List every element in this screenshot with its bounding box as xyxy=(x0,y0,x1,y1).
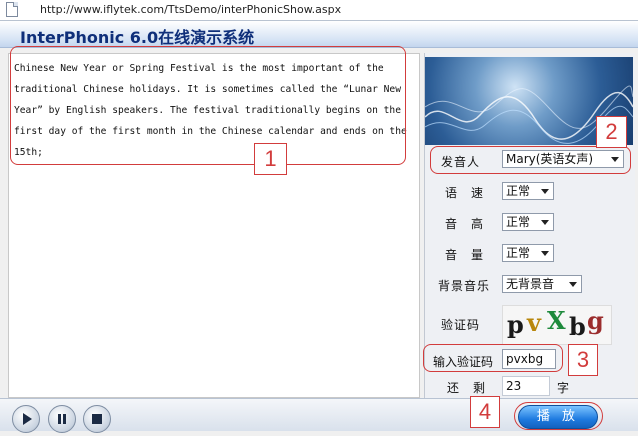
annotation-box-4 xyxy=(514,402,603,430)
app-title: InterPhonic 6.0在线演示系统 xyxy=(20,28,255,47)
stop-icon xyxy=(92,414,102,424)
annotation-label-2: 2 xyxy=(596,116,627,148)
annotation-label-1: 1 xyxy=(254,143,287,175)
url-text[interactable]: http://www.iflytek.com/TtsDemo/interPhon… xyxy=(40,3,341,16)
pause-control[interactable] xyxy=(48,405,76,433)
captcha-label: 验证码 xyxy=(441,318,481,332)
captcha-char: X xyxy=(547,306,566,335)
pitch-select-value: 正常 xyxy=(506,215,531,229)
app-header: InterPhonic 6.0在线演示系统 xyxy=(0,21,638,48)
volume-select[interactable]: 正常 xyxy=(502,244,554,262)
bgm-select-value: 无背景音 xyxy=(506,277,555,291)
chevron-down-icon xyxy=(569,282,577,287)
chevron-down-icon xyxy=(541,189,549,194)
chevron-down-icon xyxy=(541,251,549,256)
volume-select-value: 正常 xyxy=(506,246,531,260)
annotation-box-3 xyxy=(423,344,563,372)
chevron-down-icon xyxy=(541,220,549,225)
stop-control[interactable] xyxy=(83,405,111,433)
remaining-unit: 字 xyxy=(557,381,571,395)
play-control[interactable] xyxy=(12,405,40,433)
captcha-char: g xyxy=(587,306,604,335)
volume-label: 音 量 xyxy=(445,248,485,262)
bgm-select[interactable]: 无背景音 xyxy=(502,275,582,293)
pitch-select[interactable]: 正常 xyxy=(502,213,554,231)
remaining-label: 还 剩 xyxy=(447,381,487,395)
captcha-char: b xyxy=(569,312,586,341)
address-bar: http://www.iflytek.com/TtsDemo/interPhon… xyxy=(0,0,638,21)
pitch-label: 音 高 xyxy=(445,217,485,231)
captcha-image: p v X b g xyxy=(502,305,612,345)
pause-icon xyxy=(58,414,66,424)
play-icon xyxy=(23,413,32,425)
annotation-box-2 xyxy=(430,146,631,174)
speed-label: 语 速 xyxy=(445,186,485,200)
speed-select[interactable]: 正常 xyxy=(502,182,554,200)
captcha-char: v xyxy=(527,308,541,337)
annotation-label-4: 4 xyxy=(470,396,500,428)
page-icon xyxy=(6,2,18,17)
speed-select-value: 正常 xyxy=(506,184,531,198)
captcha-char: p xyxy=(507,310,524,339)
bgm-label: 背景音乐 xyxy=(438,279,491,293)
remaining-count: 23 xyxy=(502,376,550,396)
annotation-box-1 xyxy=(10,46,406,165)
annotation-label-3: 3 xyxy=(568,344,598,376)
remaining-value: 23 xyxy=(506,379,522,393)
